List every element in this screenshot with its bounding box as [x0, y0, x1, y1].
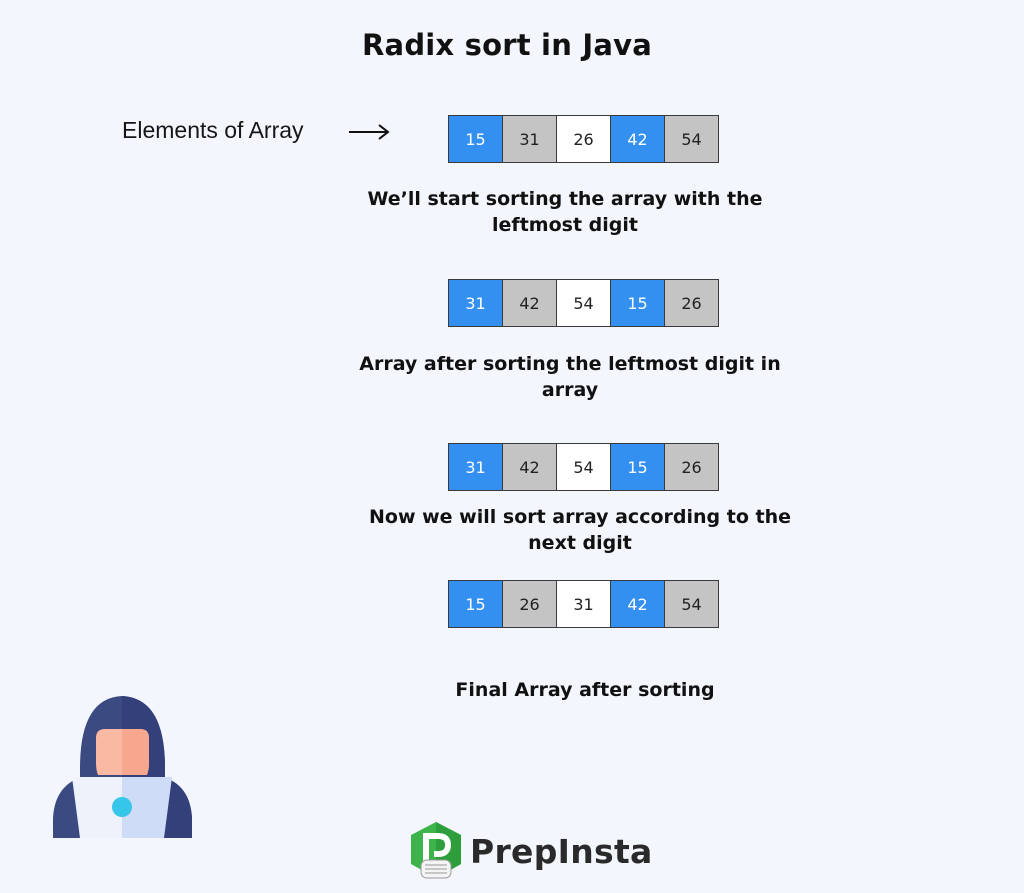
caption-line: next digit	[528, 532, 632, 554]
array-cell: 31	[502, 115, 557, 163]
array-cell: 42	[502, 279, 557, 327]
array-row-final: 15 26 31 42 54	[448, 580, 719, 628]
array-cell: 42	[610, 580, 665, 628]
logo-text: PrepInsta	[470, 831, 653, 871]
array-cell: 15	[448, 580, 503, 628]
elements-of-array-label: Elements of Array	[122, 117, 304, 143]
array-cell: 54	[556, 279, 611, 327]
array-row-initial: 15 31 26 42 54	[448, 115, 719, 163]
right-arrow-icon	[349, 124, 390, 140]
array-cell: 54	[664, 580, 719, 628]
caption-line: Final Array after sorting	[455, 679, 715, 701]
array-cell: 15	[448, 115, 503, 163]
array-cell: 54	[664, 115, 719, 163]
array-cell: 31	[556, 580, 611, 628]
hooded-person-icon	[53, 696, 192, 838]
prepinsta-logo-icon	[411, 822, 461, 879]
caption-line: leftmost digit	[492, 214, 638, 236]
caption-line: array	[541, 379, 599, 401]
array-cell: 15	[610, 279, 665, 327]
array-cell: 15	[610, 443, 665, 491]
array-cell: 54	[556, 443, 611, 491]
array-cell: 42	[502, 443, 557, 491]
array-cell: 31	[448, 279, 503, 327]
array-row-step-2: 31 42 54 15 26	[448, 443, 719, 491]
caption-line: Now we will sort array according to the	[369, 506, 791, 528]
array-cell: 26	[664, 443, 719, 491]
caption-step-1: We’ll start sorting the array with the l…	[340, 186, 790, 238]
array-row-step-1: 31 42 54 15 26	[448, 279, 719, 327]
caption-step-3: Now we will sort array according to the …	[340, 504, 820, 556]
page-title: Radix sort in Java	[362, 28, 652, 62]
array-cell: 26	[502, 580, 557, 628]
prepinsta-logo: PrepInsta	[408, 820, 653, 882]
caption-final: Final Array after sorting	[420, 677, 750, 703]
caption-line: Array after sorting the leftmost digit i…	[359, 353, 781, 375]
array-cell: 26	[556, 115, 611, 163]
array-cell: 26	[664, 279, 719, 327]
array-cell: 42	[610, 115, 665, 163]
caption-step-2: Array after sorting the leftmost digit i…	[330, 351, 810, 403]
array-cell: 31	[448, 443, 503, 491]
caption-line: We’ll start sorting the array with the	[367, 188, 763, 210]
